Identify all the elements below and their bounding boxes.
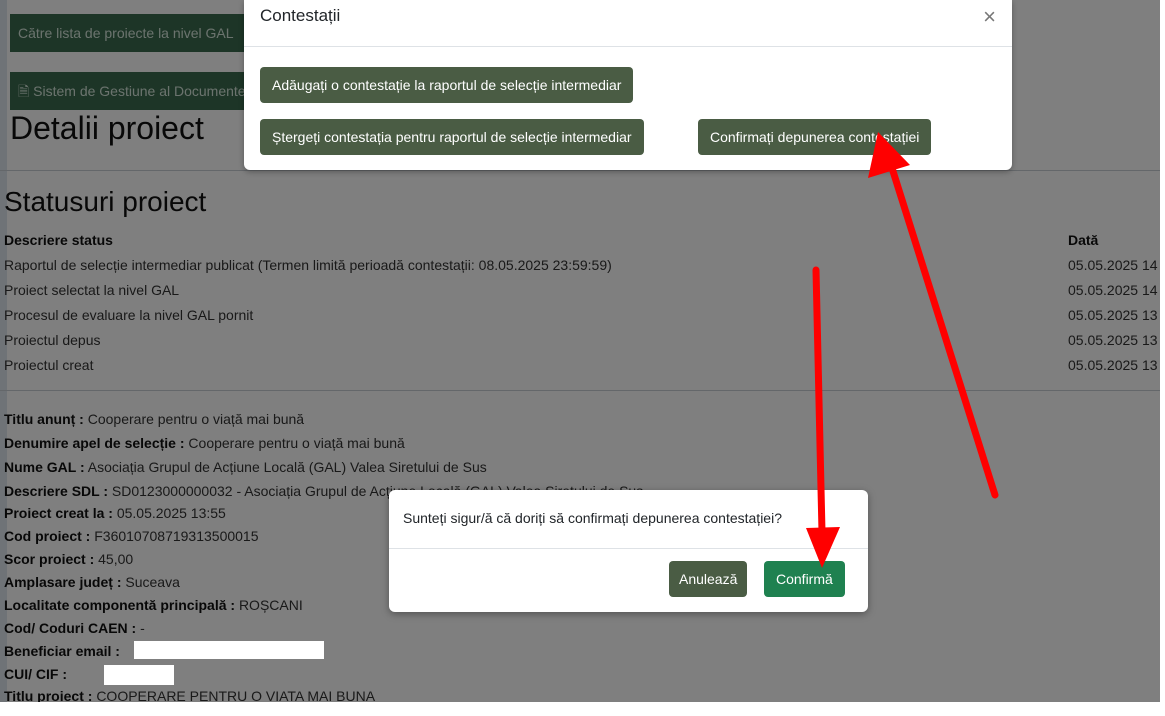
- red-arrow-annotation: [806, 266, 840, 568]
- red-arrow-annotation: [868, 132, 999, 499]
- page: Către lista de proiecte la nivel GAL 🗎 S…: [0, 0, 1165, 716]
- annotation-arrows: [806, 132, 999, 568]
